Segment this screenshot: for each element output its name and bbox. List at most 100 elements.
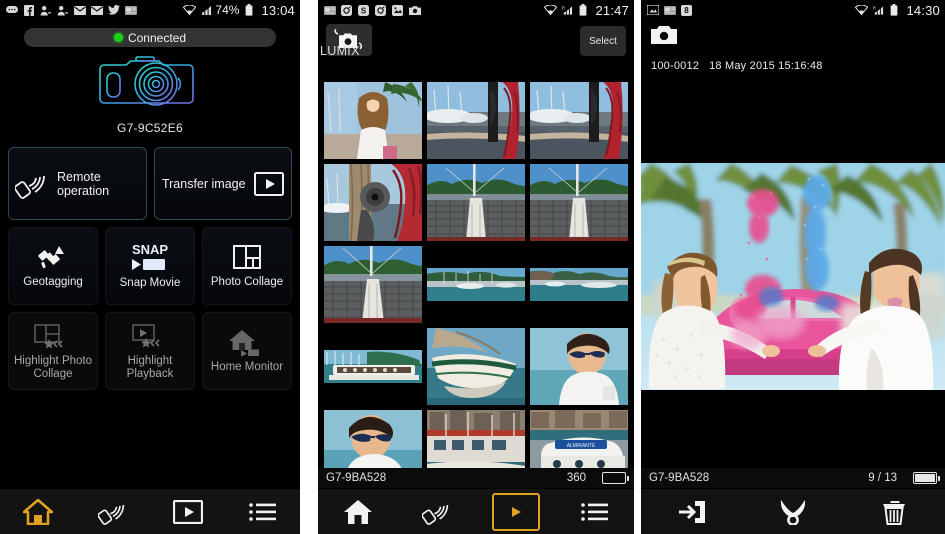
- status-bar-notification-icons: [5, 4, 183, 17]
- nav-home-button[interactable]: [334, 493, 382, 531]
- instagram-icon: [340, 4, 353, 17]
- tile-label: Snap Movie: [119, 277, 181, 289]
- collage-icon: [232, 243, 262, 271]
- tile-remote-operation[interactable]: Remote operation: [8, 147, 147, 220]
- tile-highlight-playback[interactable]: Highlight Playback: [105, 312, 195, 390]
- camera-small-icon: [651, 26, 677, 44]
- status-bar-notification-icons: 8: [646, 4, 855, 17]
- tile-label: Transfer image: [161, 176, 246, 191]
- status-bar-clock: 14:30: [906, 2, 940, 18]
- camera-outline-icon: [99, 56, 194, 106]
- signal-icon: R: [560, 4, 573, 17]
- status-bar-system-icons: R 14:30: [855, 3, 940, 18]
- tile-snap-movie[interactable]: SNAP Snap Movie: [105, 227, 195, 305]
- thumbnail-row: [324, 82, 628, 159]
- phone-panel-gallery: S R 21:47 Select LUMIX ALMIRANTE G7-9BA5…: [318, 0, 634, 534]
- feature-tiles: Remote operation Transfer image Geotaggi…: [0, 135, 300, 390]
- connection-status-bar: Connected: [24, 28, 276, 47]
- highlight-collage-icon: [33, 322, 73, 350]
- select-button[interactable]: Select: [580, 26, 626, 56]
- list-menu-icon: [248, 502, 276, 521]
- home-monitor-icon: [227, 328, 267, 356]
- thumbnail-1[interactable]: [324, 82, 422, 159]
- nav-menu-button[interactable]: [239, 493, 287, 531]
- tile-row-secondary: Geotagging SNAP Snap Movie Photo Collage: [8, 227, 292, 305]
- list-menu-icon: [580, 502, 608, 521]
- wifi-icon: [544, 4, 558, 17]
- nav-playback-button[interactable]: [491, 492, 540, 531]
- gallery-toolbar: Select: [318, 20, 634, 62]
- remote-wifi-icon: [97, 504, 124, 525]
- status-bar-clock: 21:47: [595, 2, 629, 18]
- nav-playback-button[interactable]: [164, 493, 212, 531]
- photo-position-label: 9 / 13: [868, 472, 897, 484]
- device-name-label: G7-9BA528: [326, 472, 387, 484]
- status-bar-viewer: 8 R 14:30: [641, 0, 945, 20]
- home-icon: [22, 498, 53, 525]
- thumbnail-row: [324, 246, 628, 323]
- thumbnail-row: [324, 164, 628, 241]
- tile-home-monitor[interactable]: Home Monitor: [202, 312, 292, 390]
- tile-label: Geotagging: [23, 276, 83, 288]
- battery-percent-label: 74%: [215, 3, 240, 17]
- share-icon: [780, 499, 806, 525]
- thumbnail-7[interactable]: [324, 246, 422, 323]
- bottom-nav-home: [0, 488, 300, 534]
- tile-label: Home Monitor: [210, 361, 284, 373]
- status-bar-home: 74% 13:04: [0, 0, 300, 20]
- thumbnail-11[interactable]: [427, 328, 525, 405]
- thumbnail-2[interactable]: [427, 82, 525, 159]
- thumbnail-3[interactable]: [530, 82, 628, 159]
- photo-preview[interactable]: [641, 163, 945, 390]
- wifi-icon: [855, 4, 869, 17]
- thumbnail-10[interactable]: [324, 328, 422, 405]
- thumbnail-6[interactable]: [530, 164, 628, 241]
- news-icon: [323, 4, 336, 17]
- signal-icon: R: [871, 4, 884, 17]
- nav-save-to-phone-button[interactable]: [668, 493, 716, 531]
- thumbnail-grid: ALMIRANTE: [318, 82, 634, 487]
- battery-full-icon: [913, 472, 940, 484]
- bottom-nav-gallery: [318, 488, 634, 534]
- thumbnail-9[interactable]: [530, 246, 628, 323]
- nav-remote-button[interactable]: [89, 493, 137, 531]
- play-box-icon: [253, 171, 284, 196]
- viewer-toolbar: [641, 20, 945, 56]
- nav-home-button[interactable]: [14, 493, 62, 531]
- file-number-label: 100-0012: [651, 60, 700, 72]
- tile-transfer-image[interactable]: Transfer image: [153, 147, 292, 220]
- connection-status-label: Connected: [127, 30, 187, 45]
- mail-alt-icon: [90, 4, 103, 17]
- status-bar-system-icons: R 21:47: [544, 3, 629, 18]
- contact-alt-icon: [56, 4, 69, 17]
- phone-panel-viewer: 8 R 14:30 100-0012 18 May 2015 15:16:48 …: [641, 0, 945, 534]
- thumbnail-5[interactable]: [427, 164, 525, 241]
- tile-geotagging[interactable]: Geotagging: [8, 227, 98, 305]
- google-plus-icon: 8: [680, 4, 693, 17]
- messages-icon: [5, 4, 18, 17]
- facebook-icon: [22, 4, 35, 17]
- svg-text:S: S: [361, 6, 367, 15]
- thumbnail-8[interactable]: [427, 246, 525, 323]
- screenshot-stage: 74% 13:04 Connected G7-9C52E6 Remote ope…: [0, 0, 945, 534]
- nav-delete-button[interactable]: [870, 493, 918, 531]
- tile-label: Photo Collage: [210, 276, 284, 288]
- tile-highlight-photo-collage[interactable]: Highlight Photo Collage: [8, 312, 98, 390]
- svg-text:ALMIRANTE: ALMIRANTE: [567, 443, 596, 449]
- news-icon: [124, 4, 137, 17]
- nav-remote-button[interactable]: [413, 493, 461, 531]
- thumbnail-4[interactable]: [324, 164, 422, 241]
- mail-icon: [73, 4, 86, 17]
- svg-text:R: R: [873, 5, 876, 10]
- device-name-label: G7-9C52E6: [116, 121, 184, 135]
- nav-menu-button[interactable]: [571, 493, 619, 531]
- nav-share-button[interactable]: [769, 493, 817, 531]
- tile-photo-collage[interactable]: Photo Collage: [202, 227, 292, 305]
- connection-dot-icon: [113, 33, 123, 42]
- news-icon: [663, 4, 676, 17]
- svg-text:R: R: [562, 5, 565, 10]
- thumbnail-12[interactable]: [530, 328, 628, 405]
- viewer-info-bar: G7-9BA528 9 / 13: [641, 468, 945, 488]
- camera-source-button[interactable]: [651, 23, 677, 45]
- screenshot-icon: [646, 4, 659, 17]
